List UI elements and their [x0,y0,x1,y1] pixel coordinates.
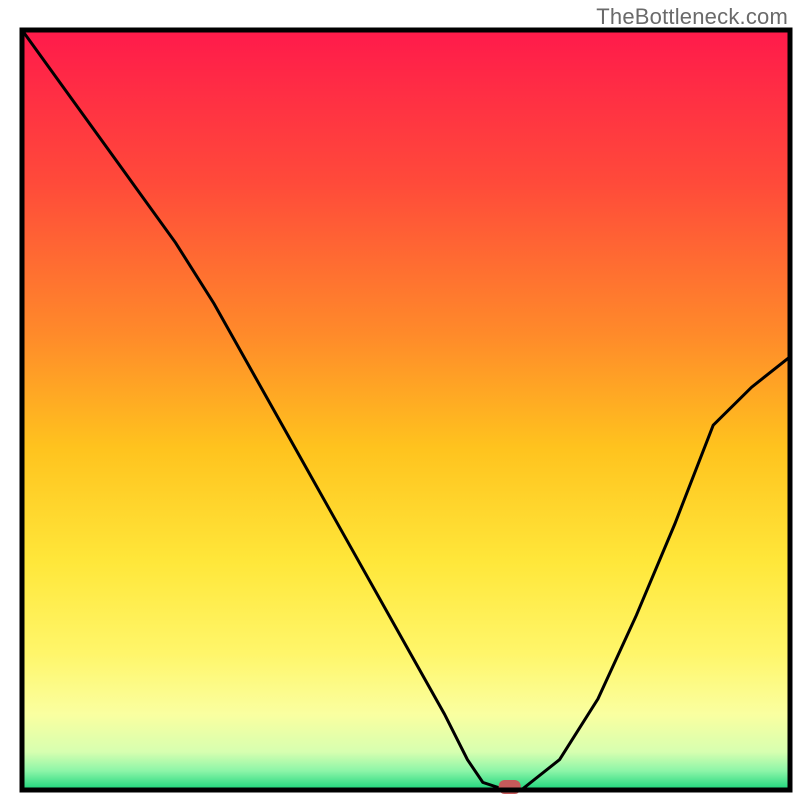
chart-svg [0,0,800,800]
gradient-background [22,30,790,790]
plot-area [22,30,790,794]
watermark-text: TheBottleneck.com [596,4,788,30]
bottleneck-chart: TheBottleneck.com [0,0,800,800]
